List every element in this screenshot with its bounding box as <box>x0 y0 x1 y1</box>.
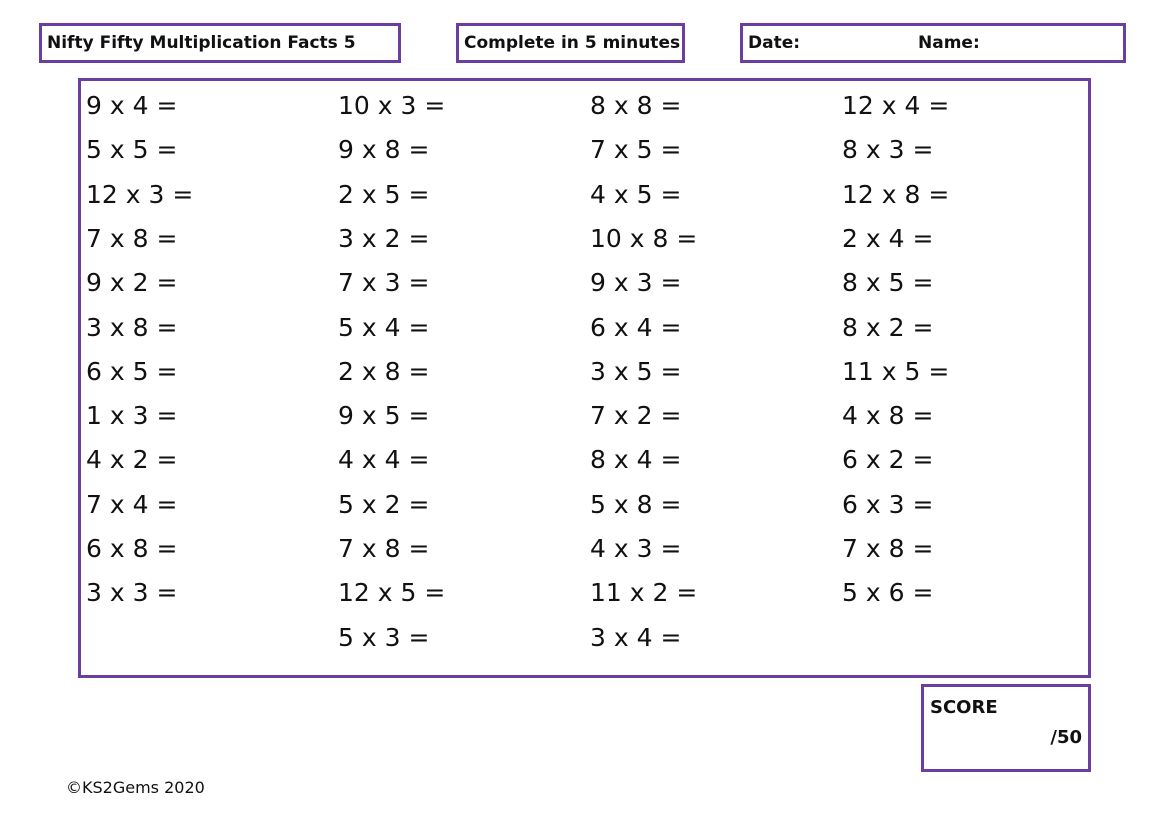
multiplication-fact: 9 x 2 = <box>86 268 178 298</box>
multiplication-fact: 7 x 4 = <box>86 489 178 519</box>
date-label: Date: <box>748 33 801 53</box>
multiplication-fact: 12 x 8 = <box>842 179 950 209</box>
multiplication-fact: 11 x 5 = <box>842 356 950 386</box>
multiplication-fact: 6 x 4 = <box>590 312 682 342</box>
multiplication-fact: 12 x 3 = <box>86 179 194 209</box>
multiplication-fact: 3 x 2 = <box>338 223 430 253</box>
multiplication-fact: 9 x 8 = <box>338 135 430 165</box>
multiplication-fact: 2 x 8 = <box>338 356 430 386</box>
multiplication-fact: 5 x 2 = <box>338 489 430 519</box>
multiplication-fact: 9 x 4 = <box>86 91 178 120</box>
multiplication-fact: 10 x 3 = <box>338 91 446 120</box>
multiplication-fact: 6 x 2 = <box>842 445 934 475</box>
multiplication-fact: 5 x 8 = <box>590 489 682 519</box>
multiplication-fact: 8 x 5 = <box>842 268 934 298</box>
time-limit-box: Complete in 5 minutes <box>456 23 685 63</box>
multiplication-fact: 12 x 4 = <box>842 91 950 120</box>
multiplication-fact: 6 x 5 = <box>86 356 178 386</box>
multiplication-fact: 8 x 4 = <box>590 445 682 475</box>
multiplication-fact: 2 x 5 = <box>338 179 430 209</box>
multiplication-fact: 9 x 3 = <box>590 268 682 298</box>
multiplication-fact: 3 x 4 = <box>590 622 682 652</box>
title-box: Nifty Fifty Multiplication Facts 5 <box>39 23 401 63</box>
multiplication-fact: 5 x 3 = <box>338 622 430 652</box>
score-box: SCORE /50 <box>921 684 1091 772</box>
multiplication-fact: 5 x 6 = <box>842 578 934 608</box>
multiplication-fact: 5 x 4 = <box>338 312 430 342</box>
multiplication-fact: 6 x 8 = <box>86 534 178 563</box>
multiplication-fact: 7 x 2 = <box>590 401 682 431</box>
multiplication-fact: 8 x 8 = <box>590 91 682 120</box>
score-label: SCORE <box>930 697 998 718</box>
multiplication-fact: 4 x 4 = <box>338 445 430 475</box>
facts-box: 9 x 4 = 5 x 5 = 12 x 3 = 7 x 8 = 9 x 2 = 3 x … <box>78 78 1091 678</box>
multiplication-fact: 4 x 3 = <box>590 534 682 563</box>
multiplication-fact: 3 x 8 = <box>86 312 178 342</box>
multiplication-fact: 7 x 5 = <box>590 135 682 165</box>
multiplication-fact: 10 x 8 = <box>590 223 698 253</box>
multiplication-fact: 8 x 2 = <box>842 312 934 342</box>
multiplication-fact: 7 x 8 = <box>842 534 934 563</box>
student-info-box: Date: Name: <box>740 23 1126 63</box>
multiplication-fact: 11 x 2 = <box>590 578 698 608</box>
multiplication-fact: 1 x 3 = <box>86 401 178 431</box>
multiplication-fact: 7 x 8 = <box>86 223 178 253</box>
multiplication-fact: 8 x 3 = <box>842 135 934 165</box>
multiplication-fact: 12 x 5 = <box>338 578 446 608</box>
name-label: Name: <box>918 33 980 53</box>
multiplication-fact: 5 x 5 = <box>86 135 178 165</box>
multiplication-fact: 4 x 2 = <box>86 445 178 475</box>
multiplication-fact: 7 x 8 = <box>338 534 430 563</box>
multiplication-fact: 3 x 3 = <box>86 578 178 608</box>
multiplication-fact: 4 x 8 = <box>842 401 934 431</box>
time-limit-label: Complete in 5 minutes <box>464 33 681 53</box>
multiplication-fact: 7 x 3 = <box>338 268 430 298</box>
worksheet-title: Nifty Fifty Multiplication Facts 5 <box>47 33 356 53</box>
multiplication-fact: 9 x 5 = <box>338 401 430 431</box>
multiplication-fact: 2 x 4 = <box>842 223 934 253</box>
score-total: /50 <box>1050 727 1082 748</box>
multiplication-fact: 6 x 3 = <box>842 489 934 519</box>
multiplication-fact: 3 x 5 = <box>590 356 682 386</box>
copyright-text: ©KS2Gems 2020 <box>66 778 205 797</box>
multiplication-fact: 4 x 5 = <box>590 179 682 209</box>
